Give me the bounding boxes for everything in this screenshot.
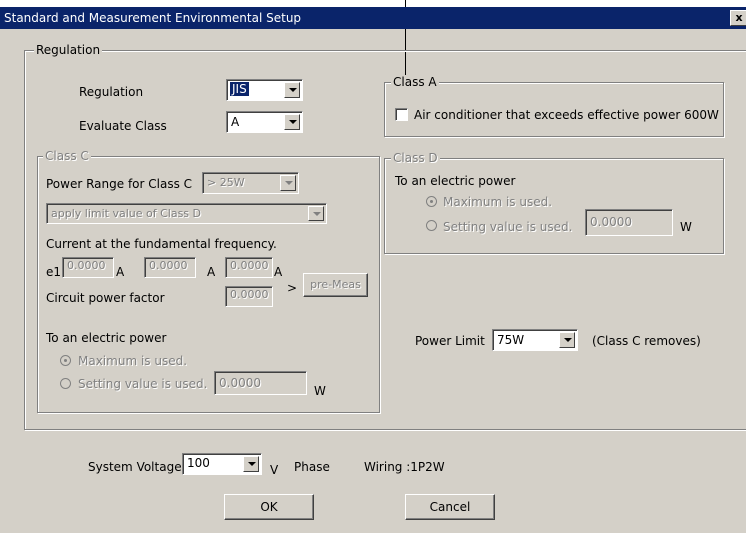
class-d-max-radio[interactable] [426,196,437,207]
current-value-3: 0.0000 [230,259,269,272]
current-field-2[interactable]: 0.0000 [144,257,196,278]
window-title: Standard and Measurement Environmental S… [4,11,302,25]
class-d-setting-field[interactable]: 0.0000 [585,209,673,236]
class-d-title: Class D [391,151,440,165]
current-field-3[interactable]: 0.0000 [225,257,273,278]
power-limit-value: 75W [497,333,525,347]
power-limit-select[interactable]: 75W [492,329,578,351]
power-limit-note: (Class C removes) [592,334,701,348]
class-d-setting-radio[interactable] [426,220,437,231]
chevron-down-icon[interactable] [284,114,300,130]
regulation-label: Regulation [79,85,144,99]
e1-label: e1 [46,265,62,279]
pre-meas-button[interactable]: pre-Meas [303,273,368,297]
power-range-value: > 25W [207,176,245,189]
class-c-title: Class C [43,149,91,163]
power-limit-label: Power Limit [415,334,485,348]
air-conditioner-label[interactable]: Air conditioner that exceeds effective p… [414,108,719,122]
limit-select[interactable]: apply limit value of Class D [46,203,327,224]
power-range-select[interactable]: > 25W [202,172,299,194]
class-c-max-radio[interactable] [60,355,71,366]
wiring-label: Wiring :1P2W [364,460,445,474]
fundamental-current-label: Current at the fundamental frequency. [46,237,277,251]
class-d-max-label[interactable]: Maximum is used. [443,195,552,209]
chevron-down-icon[interactable] [284,82,300,98]
power-factor-value: 0.0000 [230,288,269,301]
air-conditioner-checkbox[interactable] [395,108,408,121]
class-d-setting-label[interactable]: Setting value is used. [443,220,572,234]
regulation-group-title: Regulation [34,43,103,57]
chevron-down-icon[interactable] [308,206,324,221]
close-button[interactable]: x [730,10,746,26]
class-a-title: Class A [391,75,439,89]
class-c-setting-value: 0.0000 [219,376,261,390]
unit-a-2: A [207,265,216,279]
class-c-setting-field[interactable]: 0.0000 [214,371,307,395]
regulation-value: JIS [230,82,249,96]
current-field-1[interactable]: 0.0000 [62,257,114,278]
arrow-label: > [287,281,298,295]
regulation-select[interactable]: JIS [226,79,303,101]
limit-select-value: apply limit value of Class D [51,207,202,220]
current-value-1: 0.0000 [67,259,106,272]
voltage-unit: V [270,463,279,477]
class-c-setting-radio[interactable] [60,378,71,389]
class-d-group [384,158,724,254]
unit-a-3: A [274,265,283,279]
system-voltage-value: 100 [187,456,210,470]
chevron-down-icon[interactable] [243,456,259,472]
evaluate-class-label: Evaluate Class [79,119,167,133]
evaluate-class-value: A [231,115,240,129]
power-factor-field[interactable]: 0.0000 [225,286,273,307]
system-voltage-label: System Voltage [88,460,182,474]
class-c-unit-w: W [314,384,326,398]
class-c-power-title: To an electric power [46,331,167,345]
class-d-power-title: To an electric power [395,174,516,188]
unit-a-1: A [116,265,125,279]
title-bar[interactable]: Standard and Measurement Environmental S… [0,7,746,29]
ok-button[interactable]: OK [224,494,314,520]
system-voltage-select[interactable]: 100 [182,453,262,475]
chevron-down-icon[interactable] [559,332,575,348]
power-range-label: Power Range for Class C [46,177,193,191]
current-value-2: 0.0000 [149,259,188,272]
evaluate-class-select[interactable]: A [226,111,303,133]
phase-label: Phase [294,460,330,474]
power-factor-label: Circuit power factor [46,291,165,305]
cancel-button[interactable]: Cancel [405,494,495,520]
class-d-unit-w: W [680,220,692,234]
chevron-down-icon[interactable] [280,175,296,191]
class-c-setting-label[interactable]: Setting value is used. [78,377,207,391]
class-d-setting-value: 0.0000 [590,215,632,229]
class-c-max-label[interactable]: Maximum is used. [78,354,187,368]
